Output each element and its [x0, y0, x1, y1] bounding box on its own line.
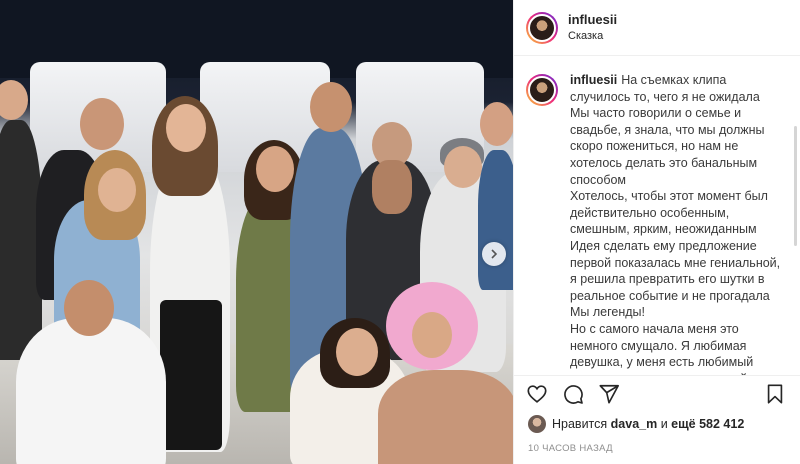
instagram-post: influesii Сказка influesii На съемках кли…: [0, 0, 800, 464]
likes-user[interactable]: dava_m: [611, 417, 658, 431]
person-head: [0, 80, 28, 120]
paper-plane-icon[interactable]: [598, 383, 620, 405]
person-foreground: [378, 370, 513, 464]
post-sidebar: influesii Сказка influesii На съемках кли…: [513, 0, 800, 464]
post-location[interactable]: Сказка: [568, 28, 617, 44]
next-media-button[interactable]: [482, 242, 506, 266]
person-head: [166, 104, 206, 152]
author-avatar[interactable]: [526, 11, 558, 44]
post-media-video[interactable]: [0, 0, 513, 464]
person-legs: [160, 300, 222, 450]
liker-avatar[interactable]: [528, 415, 546, 433]
person-head: [64, 280, 114, 336]
person-head: [98, 168, 136, 212]
post-timestamp[interactable]: 10 часов назад: [514, 433, 800, 464]
person-head: [310, 82, 352, 132]
comments-area[interactable]: influesii На съемках клипа случилось то, …: [514, 56, 800, 375]
likes-prefix: Нравится: [552, 417, 608, 431]
post-caption: influesii На съемках клипа случилось то, …: [570, 72, 786, 375]
likes-count[interactable]: ещё 582 412: [671, 417, 744, 431]
person-head: [444, 146, 482, 188]
person-head: [256, 146, 294, 192]
person-head: [412, 312, 452, 358]
post-actions: [514, 375, 800, 411]
person-head: [80, 98, 124, 150]
person: [478, 150, 513, 290]
person-kneeling: [16, 318, 166, 464]
heart-icon[interactable]: [526, 383, 548, 405]
comments-scrollbar[interactable]: [794, 126, 797, 246]
caption-text: На съемках клипа случилось то, чего я не…: [570, 73, 781, 375]
caption-username[interactable]: influesii: [570, 73, 617, 87]
bookmark-icon[interactable]: [764, 383, 786, 405]
person-head: [336, 328, 378, 376]
author-username[interactable]: influesii: [568, 12, 617, 28]
chevron-right-icon: [491, 249, 498, 259]
likes-summary: Нравится dava_m и ещё 582 412: [514, 411, 800, 433]
person-head: [480, 102, 513, 146]
comment-icon[interactable]: [562, 383, 584, 405]
caption-author-avatar[interactable]: [526, 74, 558, 106]
post-header: influesii Сказка: [514, 0, 800, 56]
mask-prop: [372, 160, 412, 214]
likes-middle: и: [660, 417, 668, 431]
